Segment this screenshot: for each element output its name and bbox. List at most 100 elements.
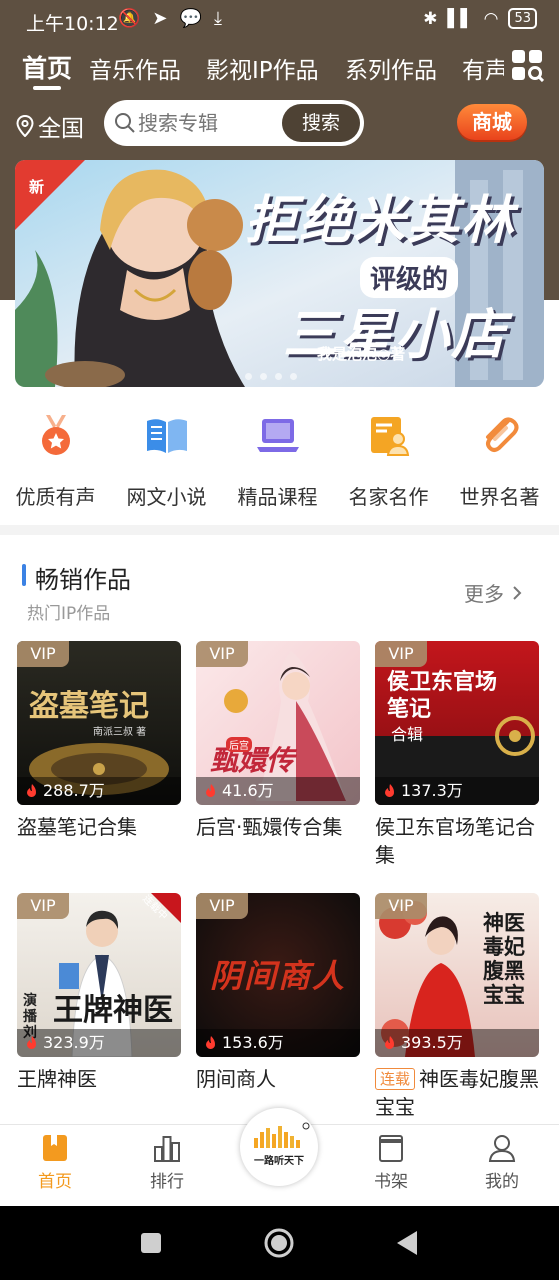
flame-icon: [27, 784, 37, 798]
book-title[interactable]: 王牌神医: [17, 1065, 181, 1093]
tab-music[interactable]: 音乐作品: [89, 51, 181, 85]
laptop-icon: [256, 419, 299, 452]
book-card[interactable]: 阴间商人 VIP 153.6万 阴间商人: [196, 893, 360, 1093]
tab-audio[interactable]: 有声: [462, 51, 504, 85]
location-label: 全国: [38, 116, 84, 142]
category-grid-icon[interactable]: [510, 48, 544, 82]
category-quality-audio[interactable]: 优质有声: [0, 405, 111, 510]
open-book-icon: [146, 419, 187, 453]
book-cover[interactable]: 神医毒妃腹黑宝宝 VIP 393.5万: [375, 893, 539, 1057]
flame-icon: [27, 1036, 37, 1050]
recent-apps-icon[interactable]: [140, 1232, 162, 1254]
book-card[interactable]: 盗墓笔记 南派三叔 著 VIP 288.7万 盗墓笔记合集: [17, 641, 181, 841]
nav-ranking[interactable]: 排行: [127, 1133, 207, 1192]
status-notification-icons: 🔕 ➤ 💬 ⤓: [118, 8, 222, 29]
cover-title-text: 阴间商人: [210, 957, 347, 995]
vip-badge: VIP: [375, 641, 427, 667]
book-card[interactable]: 连载中 王牌神医 演播 刘 VIP 323.9万 王牌神医: [17, 893, 181, 1093]
nav-label: 我的: [485, 1172, 519, 1192]
section-accent-bar: [22, 564, 26, 586]
book-card[interactable]: 神医毒妃腹黑宝宝 VIP 393.5万 连载 神医毒妃腹黑宝宝: [375, 893, 539, 1121]
search-button[interactable]: 搜索: [282, 104, 360, 142]
book-title[interactable]: 盗墓笔记合集: [17, 813, 181, 841]
app-logo-button[interactable]: 一路听天下: [240, 1108, 318, 1186]
vip-badge: VIP: [375, 893, 427, 919]
play-count: 393.5万: [375, 1029, 539, 1057]
category-label: 名家名作: [348, 485, 429, 509]
cover-title-text: 侯卫东官场笔记: [387, 670, 498, 722]
more-link[interactable]: 更多: [464, 578, 522, 607]
book-cover[interactable]: 甄嬛传 后宫 VIP 41.6万: [196, 641, 360, 805]
play-count-value: 288.7万: [43, 781, 105, 800]
cover-subtitle-text: 合辑: [391, 725, 424, 744]
nav-profile[interactable]: 我的: [462, 1133, 542, 1192]
wifi-icon: ◠: [483, 8, 499, 29]
app-root: 上午10:12 🔕 ➤ 💬 ⤓ ✱ ▌▌ ◠ 53 首页 音乐作品 影视IP作品…: [0, 0, 559, 1280]
cover-title-text: 盗墓笔记: [29, 689, 149, 724]
flame-icon: [385, 784, 395, 798]
play-count-value: 153.6万: [222, 1033, 284, 1052]
nav-label: 排行: [150, 1172, 184, 1192]
category-web-novel[interactable]: 网文小说: [111, 405, 222, 510]
book-card[interactable]: 甄嬛传 后宫 VIP 41.6万 后宫·甄嬛传合集: [196, 641, 360, 841]
profile-card-icon: [370, 417, 409, 456]
shop-button[interactable]: 商城: [457, 104, 527, 140]
status-system-icons: ✱ ▌▌ ◠ 53: [423, 8, 537, 29]
home-circle-icon[interactable]: [263, 1227, 295, 1259]
bluetooth-icon: ✱: [423, 8, 438, 29]
serializing-tag: 连载: [375, 1068, 416, 1090]
play-count-value: 41.6万: [222, 781, 274, 800]
section-subtitle: 热门IP作品: [27, 604, 111, 624]
play-count: 137.3万: [375, 777, 539, 805]
book-cover[interactable]: 连载中 王牌神医 演播 刘 VIP 323.9万: [17, 893, 181, 1057]
system-navigation-bar: [0, 1206, 559, 1280]
book-cover[interactable]: 盗墓笔记 南派三叔 著 VIP 288.7万: [17, 641, 181, 805]
vip-badge: VIP: [196, 893, 248, 919]
medal-icon: [41, 415, 70, 455]
search-input[interactable]: [138, 109, 288, 137]
book-card[interactable]: 侯卫东官场笔记 合辑 VIP 137.3万 侯卫东官场笔记合集: [375, 641, 539, 869]
tab-series[interactable]: 系列作品: [345, 51, 437, 85]
cover-title-text: 甄嬛传: [210, 744, 295, 777]
vip-badge: VIP: [17, 641, 69, 667]
cover-title-text: 王牌神医: [53, 993, 173, 1028]
sound-wave-logo-icon: [254, 1122, 310, 1148]
banner-title-line1: 拒绝米其林: [245, 191, 516, 251]
user-icon: [488, 1135, 516, 1162]
book-title-block[interactable]: 连载 神医毒妃腹黑宝宝: [375, 1065, 539, 1121]
promo-banner[interactable]: 新 拒绝米其林 评级的 三星小店 我是泡泡◎著: [15, 160, 544, 387]
nav-bookshelf[interactable]: 书架: [351, 1133, 431, 1192]
flame-icon: [385, 1036, 395, 1050]
tab-film-ip[interactable]: 影视IP作品: [206, 51, 319, 85]
vip-badge: VIP: [17, 893, 69, 919]
play-count: 323.9万: [17, 1029, 181, 1057]
tab-home[interactable]: 首页: [22, 49, 72, 85]
book-cover[interactable]: 侯卫东官场笔记 合辑 VIP 137.3万: [375, 641, 539, 805]
location-selector[interactable]: 全国: [16, 109, 84, 143]
nav-home[interactable]: 首页: [15, 1133, 95, 1192]
carousel-dot: [260, 373, 267, 380]
book-title[interactable]: 后宫·甄嬛传合集: [196, 813, 360, 841]
new-badge-text: 新: [29, 178, 45, 196]
active-tab-indicator: [33, 86, 61, 90]
bar-chart-icon: [154, 1136, 180, 1162]
flame-icon: [206, 784, 216, 798]
book-cover[interactable]: 阴间商人 VIP 153.6万: [196, 893, 360, 1057]
more-label: 更多: [464, 582, 504, 606]
paperclip-icon: [485, 417, 518, 452]
book-title[interactable]: 阴间商人: [196, 1065, 360, 1093]
category-famous-works[interactable]: 名家名作: [333, 405, 444, 510]
category-premium-course[interactable]: 精品课程: [222, 405, 333, 510]
status-bar: 上午10:12 🔕 ➤ 💬 ⤓ ✱ ▌▌ ◠ 53: [0, 0, 559, 42]
section-title: 畅销作品: [35, 566, 131, 594]
bookshelf-icon: [379, 1135, 403, 1162]
book-title[interactable]: 侯卫东官场笔记合集: [375, 813, 539, 869]
top-tabs: 首页 音乐作品 影视IP作品 系列作品 有声: [0, 46, 559, 90]
banner-author: 我是泡泡◎著: [317, 345, 406, 363]
cover-subtitle-text: 后宫: [226, 737, 252, 752]
status-time: 上午10:12: [26, 13, 119, 35]
category-world-classics[interactable]: 世界名著: [444, 405, 555, 510]
back-triangle-icon[interactable]: [395, 1230, 419, 1256]
category-label: 精品课程: [237, 485, 318, 509]
play-count: 41.6万: [196, 777, 360, 805]
